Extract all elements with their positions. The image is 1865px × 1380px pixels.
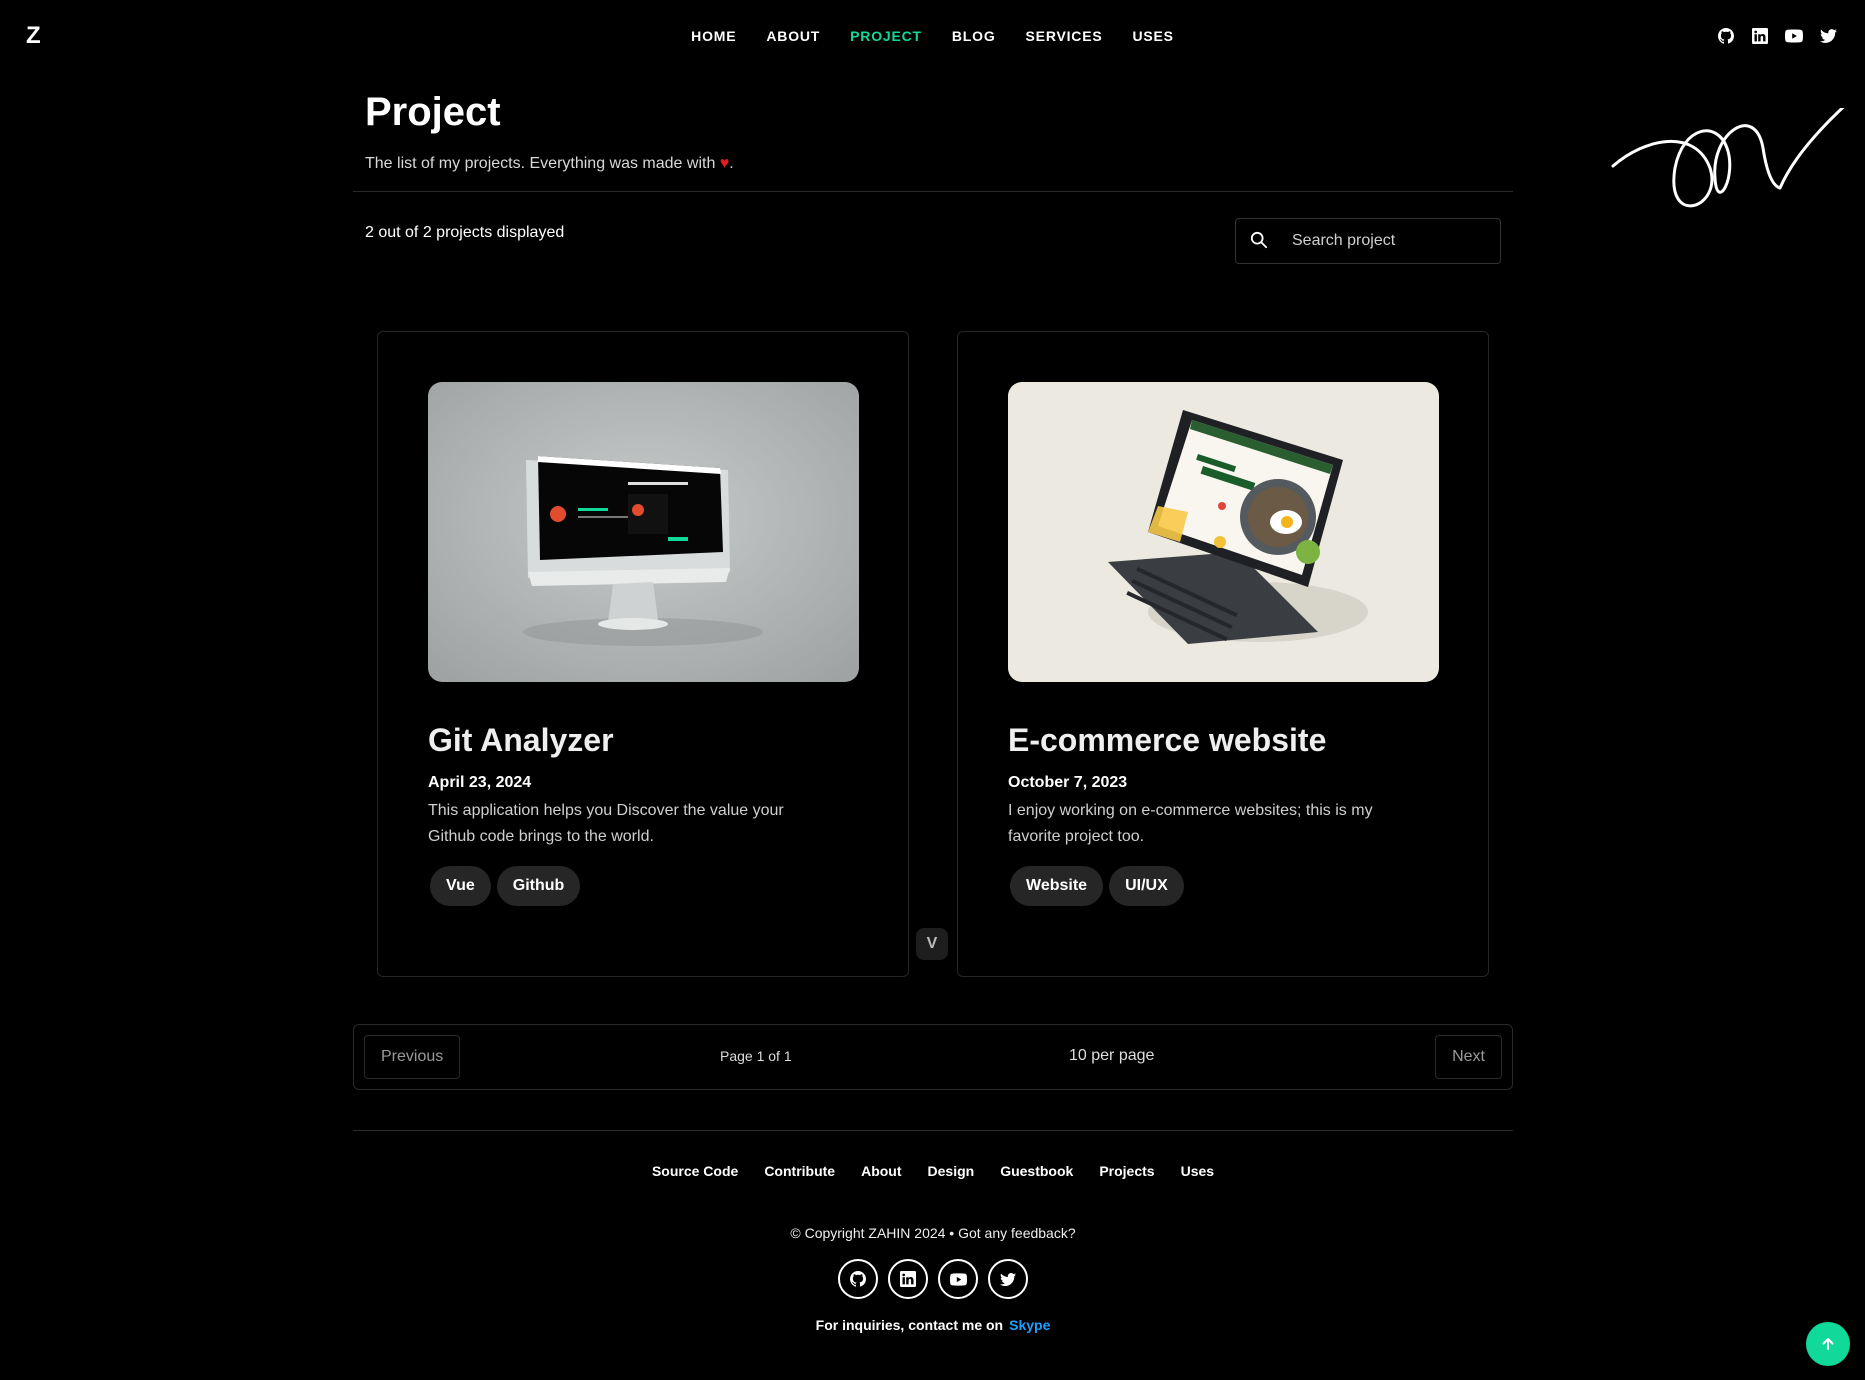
project-card[interactable]: Git Analyzer April 23, 2024 This applica… — [377, 331, 909, 977]
page-info: Page 1 of 1 — [720, 1048, 792, 1064]
page-title: Project — [365, 90, 501, 134]
nav-home[interactable]: HOME — [691, 28, 736, 44]
footer-link-uses[interactable]: Uses — [1181, 1163, 1214, 1179]
page-subtitle-end: . — [729, 155, 734, 172]
signature-decoration — [1611, 108, 1845, 208]
heart-icon: ♥ — [719, 155, 730, 172]
per-page-select[interactable]: 10 per page — [1069, 1047, 1154, 1065]
nav-project[interactable]: PROJECT — [850, 28, 922, 44]
project-description: This application helps you Discover the … — [428, 802, 784, 845]
main-content: Project The list of my projects. Everyth… — [353, 90, 1513, 1333]
project-tags: Vue Github — [430, 866, 581, 906]
inquiry-text: For inquiries, contact me on — [815, 1317, 1004, 1333]
footer-divider — [353, 1130, 1513, 1131]
project-thumbnail-ecommerce[interactable] — [1008, 382, 1439, 682]
linkedin-icon[interactable] — [888, 1259, 928, 1299]
footer-links: Source Code Contribute About Design Gues… — [353, 1163, 1513, 1179]
twitter-icon[interactable] — [1819, 27, 1837, 45]
footer-link-design[interactable]: Design — [928, 1163, 975, 1179]
header-social-links — [1717, 27, 1837, 45]
search-icon — [1250, 231, 1270, 251]
project-title[interactable]: E-commerce website — [1008, 722, 1326, 759]
youtube-icon[interactable] — [938, 1259, 978, 1299]
project-tags: Website UI/UX — [1010, 866, 1184, 906]
project-grid: Git Analyzer April 23, 2024 This applica… — [353, 331, 1513, 977]
search-box[interactable] — [1235, 218, 1501, 264]
project-description: I enjoy working on e-commerce websites; … — [1008, 802, 1373, 845]
footer-link-guestbook[interactable]: Guestbook — [1000, 1163, 1073, 1179]
project-card[interactable]: E-commerce website October 7, 2023 I enj… — [957, 331, 1489, 977]
nav-about[interactable]: ABOUT — [766, 28, 820, 44]
project-thumbnail-git-analyzer[interactable] — [428, 382, 859, 682]
copyright: © Copyright ZAHIN 2024 • Got any feedbac… — [790, 1225, 1076, 1241]
nav-services[interactable]: SERVICES — [1026, 28, 1103, 44]
search-input[interactable] — [1292, 232, 1482, 250]
project-date: April 23, 2024 — [428, 774, 532, 791]
pagination: Previous Page 1 of 1 10 per page Next — [353, 1024, 1513, 1090]
footer-link-source-code[interactable]: Source Code — [652, 1163, 738, 1179]
footer-link-about[interactable]: About — [861, 1163, 901, 1179]
tag-github[interactable]: Github — [496, 866, 581, 906]
arrow-up-icon — [1822, 1338, 1834, 1350]
inquiry-line: For inquiries, contact me on Skype — [353, 1317, 1513, 1333]
footer-link-contribute[interactable]: Contribute — [764, 1163, 835, 1179]
project-title[interactable]: Git Analyzer — [428, 722, 614, 759]
linkedin-icon[interactable] — [1751, 27, 1769, 45]
tag-website[interactable]: Website — [1010, 866, 1104, 906]
scroll-to-top-button[interactable] — [1806, 1322, 1850, 1366]
toolbar: 2 out of 2 projects displayed — [353, 192, 1513, 288]
youtube-icon[interactable] — [1785, 27, 1803, 45]
tag-ui-ux[interactable]: UI/UX — [1109, 866, 1184, 906]
page-subtitle-text: The list of my projects. Everything was … — [365, 155, 720, 172]
previous-button[interactable]: Previous — [364, 1035, 461, 1079]
footer-link-projects[interactable]: Projects — [1099, 1163, 1154, 1179]
v-logo-icon[interactable]: V — [916, 928, 948, 960]
github-icon[interactable] — [838, 1259, 878, 1299]
nav-blog[interactable]: BLOG — [952, 28, 996, 44]
page-subtitle: The list of my projects. Everything was … — [353, 155, 1513, 173]
footer-social-links — [353, 1259, 1513, 1299]
nav-uses[interactable]: USES — [1133, 28, 1174, 44]
skype-link[interactable]: Skype — [1009, 1317, 1050, 1333]
projects-count: 2 out of 2 projects displayed — [365, 224, 565, 241]
project-date: October 7, 2023 — [1008, 774, 1128, 791]
main-nav: HOME ABOUT PROJECT BLOG SERVICES USES — [0, 28, 1865, 44]
tag-vue[interactable]: Vue — [430, 866, 491, 906]
next-button[interactable]: Next — [1435, 1035, 1502, 1079]
github-icon[interactable] — [1717, 27, 1735, 45]
twitter-icon[interactable] — [988, 1259, 1028, 1299]
